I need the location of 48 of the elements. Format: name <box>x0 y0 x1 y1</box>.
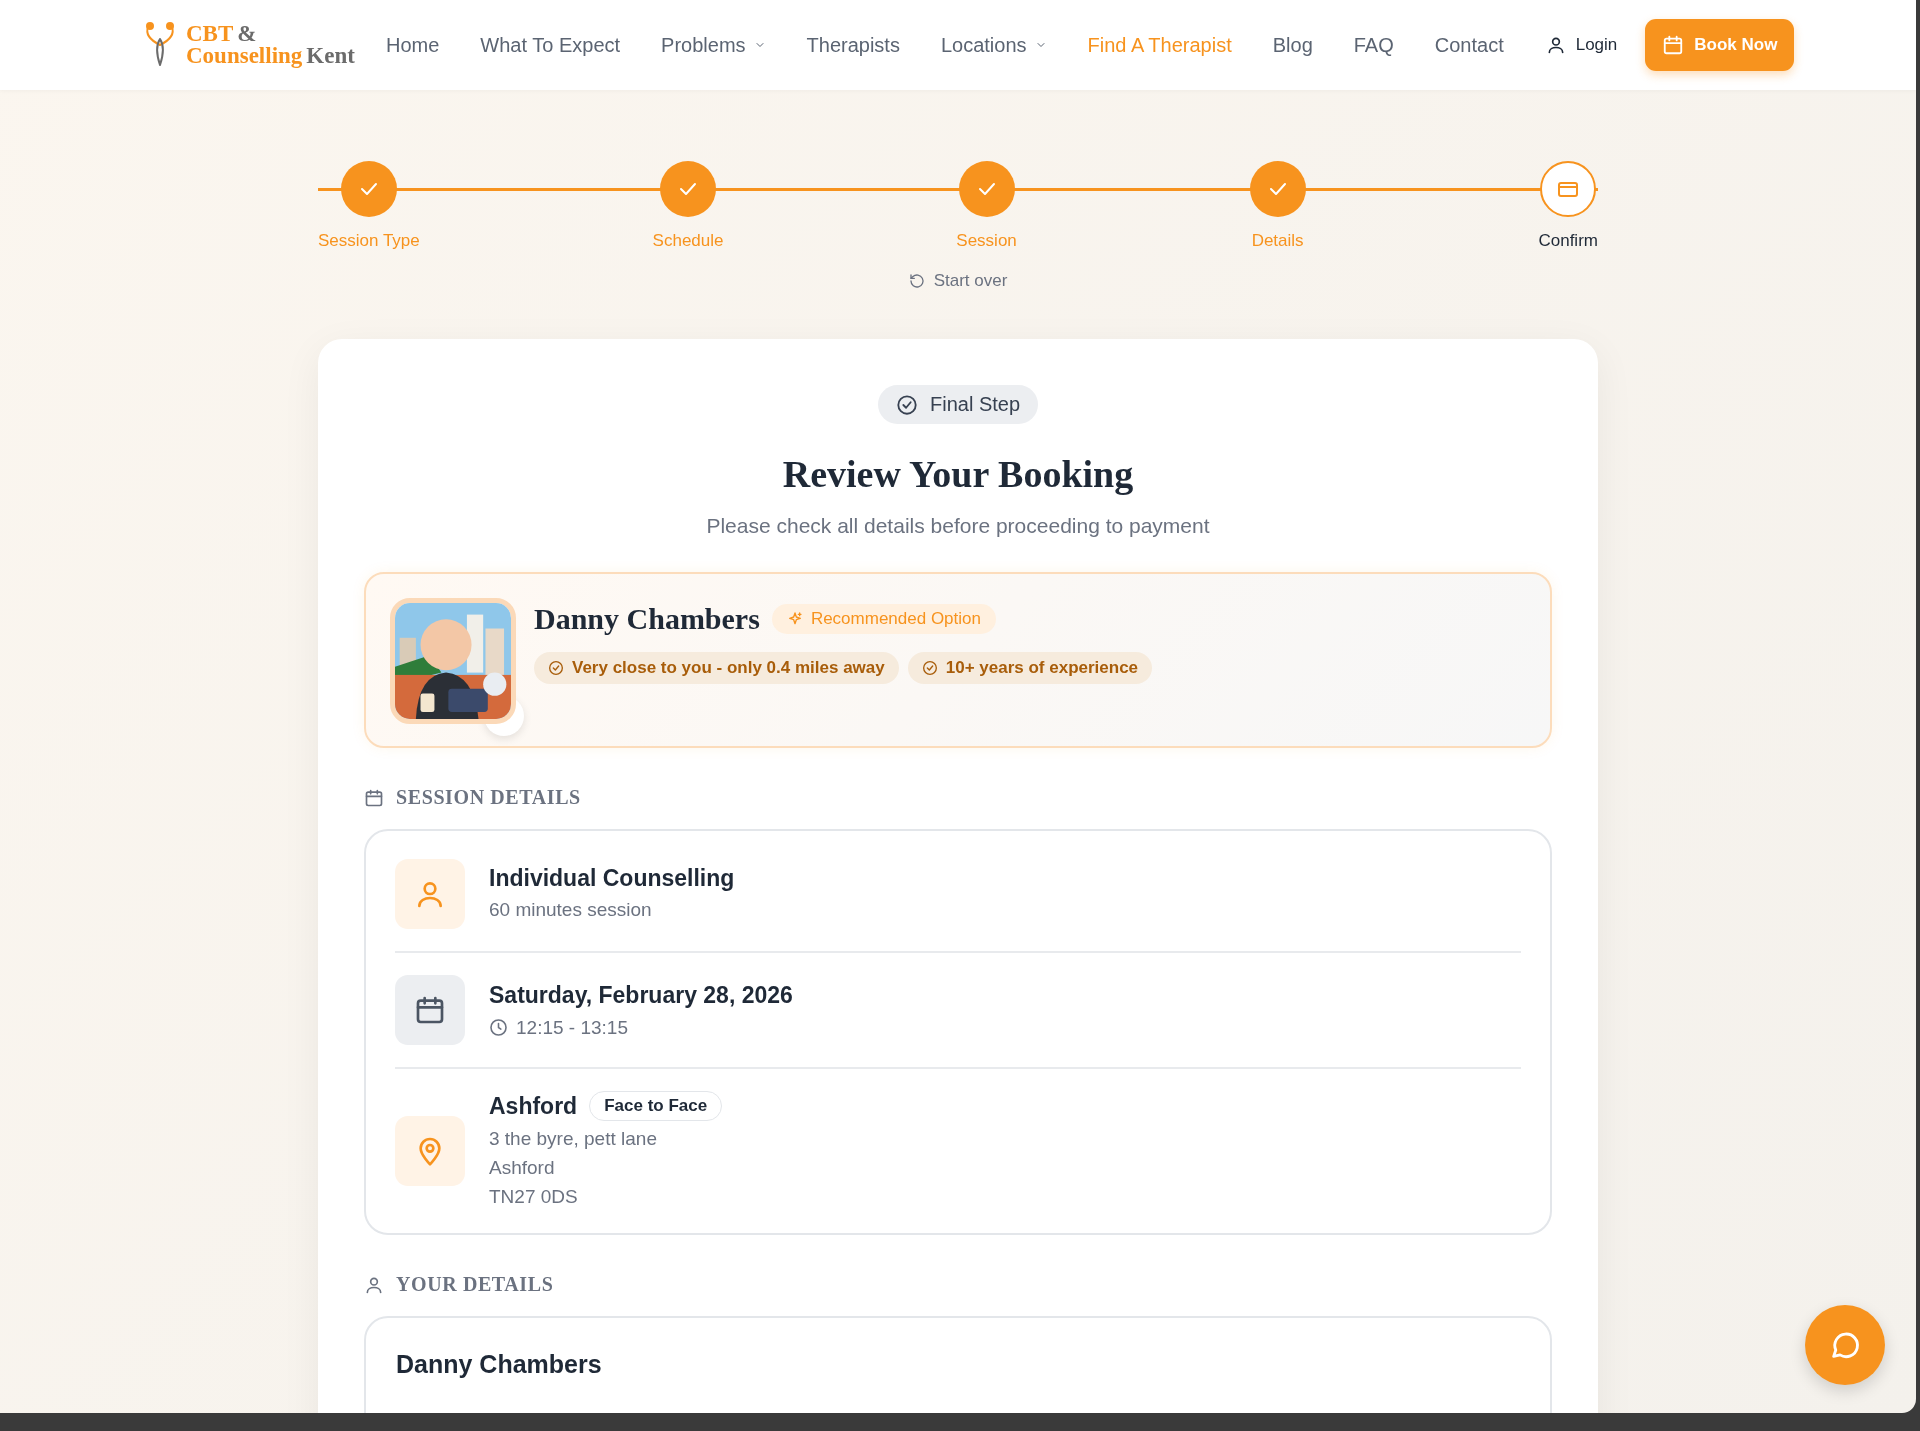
step-badge: Final Step <box>877 385 1039 424</box>
feature-tag: Very close to you - only 0.4 miles away <box>534 652 899 684</box>
check-circle-icon <box>548 660 564 676</box>
nav-link[interactable]: What To Expect <box>480 33 621 57</box>
step-label: Session Type <box>318 231 420 251</box>
logo-text: Kent <box>306 45 355 67</box>
check-circle-icon <box>921 660 938 676</box>
calendar-icon <box>364 787 384 808</box>
detail-title: Saturday, February 28, 2026 <box>489 981 793 1009</box>
address-line: TN27 0DS <box>489 1185 579 1209</box>
page-title: Review Your Booking <box>782 452 1134 496</box>
check-circle-icon <box>895 393 918 416</box>
nav-link[interactable]: FAQ <box>1353 33 1394 57</box>
calendar-icon <box>1662 34 1685 56</box>
nav-link[interactable]: Contact <box>1434 33 1504 57</box>
nav-link[interactable]: Problems <box>661 33 766 57</box>
step-label: Details <box>1251 231 1304 251</box>
restart-icon <box>908 273 925 289</box>
logo-text: Counselling <box>186 45 303 67</box>
nav-link[interactable]: Home <box>386 33 440 57</box>
logo-text: CBT <box>186 23 234 45</box>
logo-text: & <box>237 23 257 45</box>
section-heading: SESSION DETAILS <box>396 786 581 809</box>
section-heading: YOUR DETAILS <box>396 1273 554 1296</box>
sparkle-icon <box>786 611 803 627</box>
step-label: Session <box>956 231 1017 251</box>
detail-subtitle: 60 minutes session <box>489 897 653 922</box>
customer-name: Danny Chambers <box>396 1350 603 1379</box>
nav-link[interactable]: Blog <box>1272 33 1313 57</box>
therapist-name: Danny Chambers <box>534 602 760 636</box>
recommended-badge: Recommended Option <box>771 604 996 634</box>
calendar-icon <box>414 994 446 1026</box>
address-line: 3 the byre, pett lane <box>489 1127 658 1151</box>
nav-link[interactable]: Therapists <box>806 33 900 57</box>
feature-tag: 10+ years of experience <box>907 652 1153 684</box>
detail-title: Individual Counselling <box>489 864 735 892</box>
clock-icon <box>489 1018 508 1037</box>
time-range: 12:15 - 13:15 <box>516 1016 628 1039</box>
user-icon <box>1545 35 1566 55</box>
nav-link[interactable]: Locations <box>940 33 1047 57</box>
step-label: Schedule <box>652 231 724 251</box>
detail-title: Ashford <box>489 1092 578 1120</box>
address-line: Ashford <box>489 1156 556 1180</box>
start-over-link[interactable]: Start over <box>908 271 1008 291</box>
page-subtitle: Please check all details before proceeding to payment <box>706 514 1210 538</box>
login-link[interactable]: Login <box>1545 35 1618 55</box>
step-label: Confirm <box>1538 231 1598 251</box>
chat-button[interactable] <box>1805 1305 1885 1385</box>
